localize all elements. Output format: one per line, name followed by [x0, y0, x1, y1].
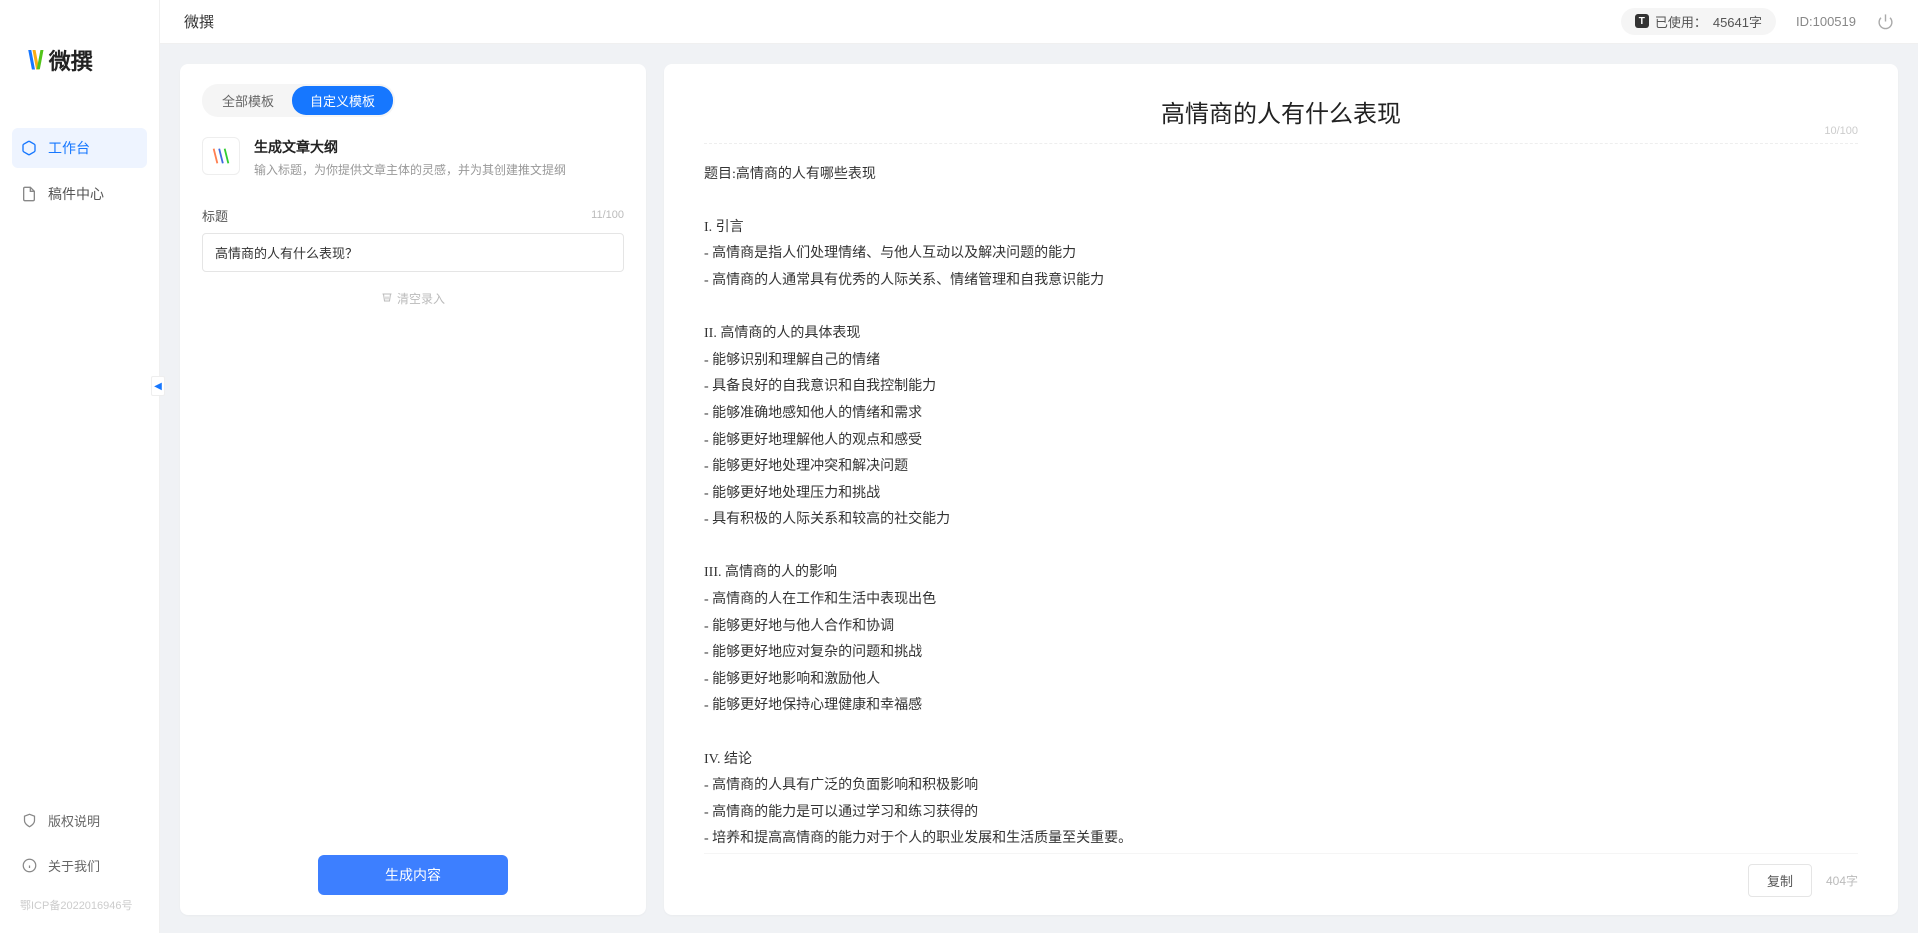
text-icon: T	[1635, 14, 1649, 28]
template-title: 生成文章大纲	[254, 137, 566, 157]
title-input[interactable]	[202, 233, 624, 272]
clear-input-button[interactable]: 清空录入	[202, 290, 624, 307]
usage-value: 45641字	[1713, 12, 1762, 31]
template-subtitle: 输入标题，为你提供文章主体的灵感，并为其创建推文提纲	[254, 161, 566, 178]
copy-button[interactable]: 复制	[1748, 864, 1812, 897]
power-icon[interactable]	[1876, 12, 1894, 30]
output-footer: 复制 404字	[704, 853, 1858, 897]
output-title: 高情商的人有什么表现	[704, 94, 1858, 129]
title-field: 标题 11/100	[202, 206, 624, 272]
user-id: ID:100519	[1796, 14, 1856, 29]
app-logo: \\/ 微撰	[0, 0, 159, 76]
output-word-count: 404字	[1826, 872, 1858, 889]
sidebar-nav: 工作台 稿件中心	[0, 128, 159, 220]
output-panel: 高情商的人有什么表现 10/100 题目:高情商的人有哪些表现 I. 引言 - …	[664, 64, 1898, 915]
sidebar-item-about[interactable]: 关于我们	[12, 846, 147, 885]
icp-text: 鄂ICP备2022016946号	[12, 891, 147, 913]
page-title: 微撰	[184, 11, 214, 32]
sidebar-item-label: 关于我们	[48, 856, 100, 875]
sidebar-item-drafts[interactable]: 稿件中心	[12, 174, 147, 214]
trash-icon	[381, 291, 393, 306]
info-icon	[20, 857, 38, 875]
template-description: 生成文章大纲 输入标题，为你提供文章主体的灵感，并为其创建推文提纲	[202, 137, 624, 178]
sidebar-item-label: 稿件中心	[48, 184, 104, 204]
doc-icon	[20, 185, 38, 203]
topbar: 微撰 T 已使用： 45641字 ID:100519	[160, 0, 1918, 44]
tab-custom-template[interactable]: 自定义模板	[292, 86, 393, 115]
tab-all-templates[interactable]: 全部模板	[204, 86, 292, 115]
field-label: 标题	[202, 206, 228, 225]
shield-icon	[20, 812, 38, 830]
clear-label: 清空录入	[397, 290, 445, 307]
output-title-count: 10/100	[1824, 125, 1858, 137]
logo-text: 微撰	[49, 44, 93, 76]
usage-chip[interactable]: T 已使用： 45641字	[1621, 8, 1776, 35]
template-icon	[202, 137, 240, 175]
sidebar-item-label: 版权说明	[48, 811, 100, 830]
template-tabs: 全部模板 自定义模板	[202, 84, 395, 117]
generate-button[interactable]: 生成内容	[318, 855, 508, 895]
input-panel: 全部模板 自定义模板 生成文章大纲 输入标题，为你提供文章主体的灵感，并为其创建…	[180, 64, 646, 915]
output-body: 题目:高情商的人有哪些表现 I. 引言 - 高情商是指人们处理情绪、与他人互动以…	[704, 162, 1858, 853]
sidebar-item-workspace[interactable]: 工作台	[12, 128, 147, 168]
char-count: 11/100	[591, 209, 624, 221]
sidebar: \\/ 微撰 工作台 稿件中心 ◀ 版权说明	[0, 0, 160, 933]
usage-prefix: 已使用：	[1655, 12, 1707, 31]
sidebar-bottom: 版权说明 关于我们 鄂ICP备2022016946号	[0, 801, 159, 913]
sidebar-item-copyright[interactable]: 版权说明	[12, 801, 147, 840]
cube-icon	[20, 139, 38, 157]
sidebar-collapse-button[interactable]: ◀	[151, 376, 165, 396]
logo-mark: \\/	[28, 45, 41, 76]
sidebar-item-label: 工作台	[48, 138, 90, 158]
